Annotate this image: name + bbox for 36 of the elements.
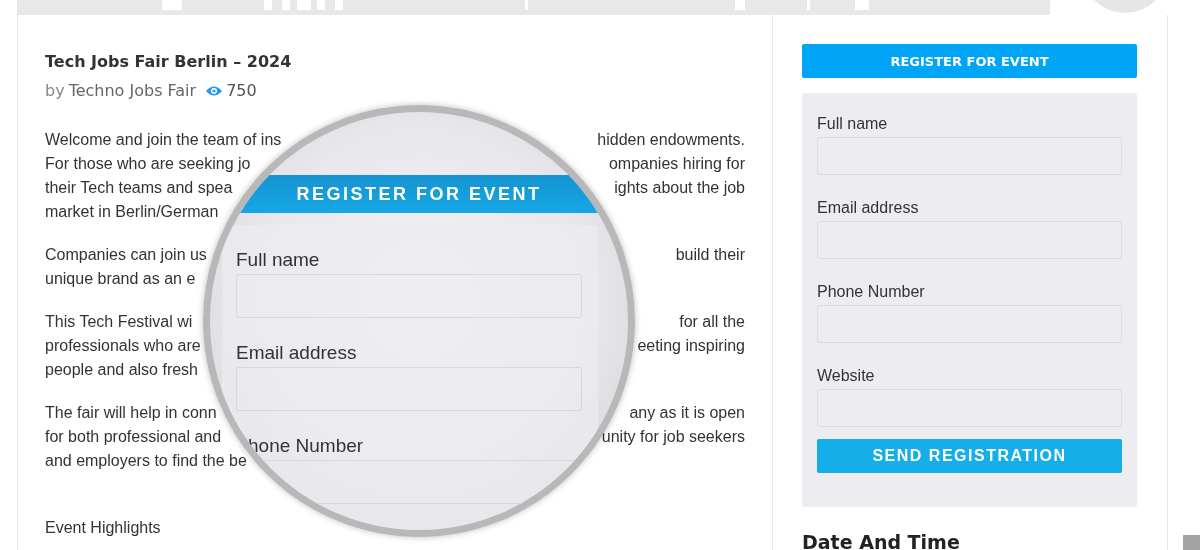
field-label: Email address — [817, 198, 920, 218]
paragraph-text: for both professional and — [45, 427, 222, 447]
paragraph-text: their Tech teams and spea — [45, 178, 233, 198]
event-title: Tech Jobs Fair Berlin – 2024 — [45, 52, 293, 71]
paragraph-text: Welcome and join the team of ins — [45, 130, 282, 150]
field-label: Phone Number — [817, 282, 926, 302]
paragraph-text: for all the — [679, 312, 745, 332]
paragraph-text: unity for job seekers — [601, 427, 745, 447]
paragraph-text: The fair will help in conn — [45, 403, 217, 423]
send-button[interactable]: SEND REGISTRATION — [817, 439, 1122, 473]
section-heading: Date And Time — [802, 531, 961, 550]
scrollbar-thumb[interactable] — [1183, 535, 1200, 550]
paragraph-text: Companies can join us — [45, 245, 207, 265]
field-label: Email address — [236, 342, 357, 364]
byline-prefix: by — [45, 81, 65, 100]
paragraph-text: unique brand as an e — [45, 269, 196, 289]
paragraph-text: hidden endowments. — [597, 130, 745, 150]
paragraph-text: build their — [675, 245, 745, 265]
eye-icon — [205, 84, 224, 97]
field-label: Website — [817, 366, 876, 386]
paragraph-text: professionals who are — [45, 336, 201, 356]
paragraph-text: people and also fresh — [45, 360, 198, 380]
field-label: Full name — [236, 249, 320, 271]
paragraph-text: any as it is open — [629, 403, 745, 423]
section-heading: Event Highlights — [45, 519, 162, 537]
paragraph-text: This Tech Festival wi — [45, 312, 193, 332]
paragraph-text: and employers to find the be — [45, 451, 247, 471]
paragraph-text: ompanies hiring for — [608, 154, 745, 174]
paragraph-text: market in Berlin/German — [45, 202, 219, 222]
paragraph-text: ights about the job — [614, 178, 745, 198]
organizer-name: Techno Jobs Fair — [68, 81, 197, 100]
paragraph-text: For those who are seeking jo — [45, 154, 251, 174]
field-label: Full name — [817, 114, 889, 134]
view-count: 750 — [226, 81, 257, 100]
register-button[interactable]: REGISTER FOR EVENT — [802, 44, 1137, 78]
paragraph-text: eeting inspiring — [637, 336, 745, 356]
